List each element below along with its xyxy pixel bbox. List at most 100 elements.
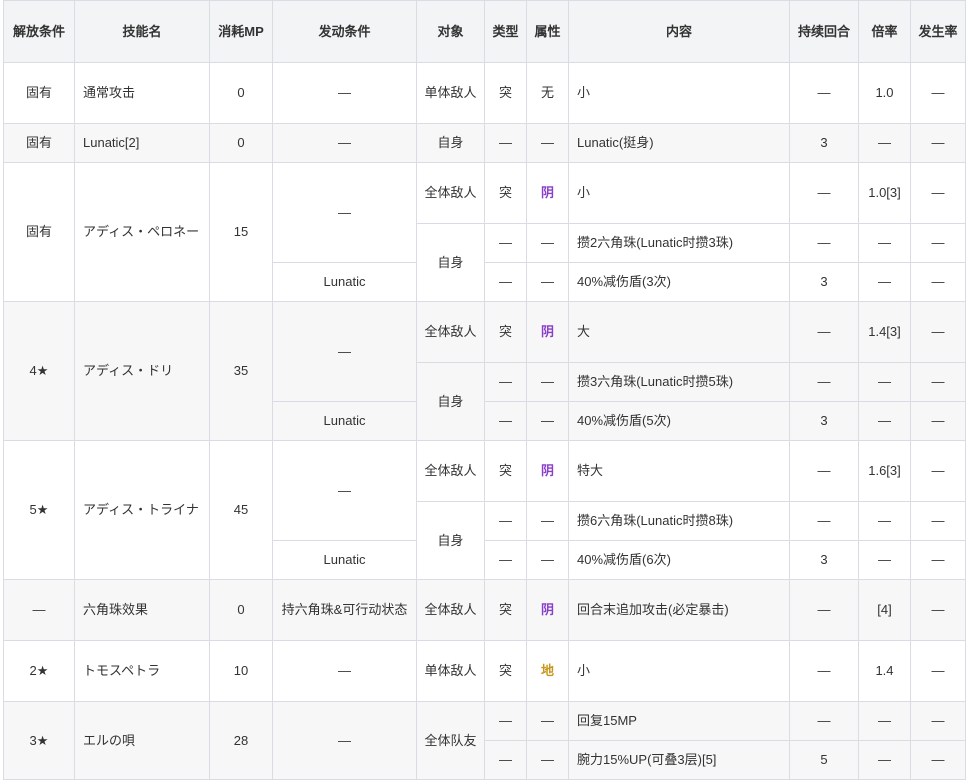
cell-occurrence: — — [910, 123, 966, 163]
cell-mp: 15 — [209, 162, 273, 302]
cell-type: — — [484, 501, 527, 541]
cell-skill-name: アディス・ドリ — [74, 301, 210, 441]
table-row: — 六角珠效果 0 持六角珠&可行动状态 全体敌人 突 阴 回合末追加攻击(必定… — [3, 579, 966, 641]
cell-mp: 45 — [209, 440, 273, 580]
cell-condition: — — [272, 62, 417, 124]
cell-duration: — — [789, 162, 859, 224]
cell-condition: — — [272, 440, 417, 541]
cell-skill-name: 通常攻击 — [74, 62, 210, 124]
cell-multiplier: — — [858, 123, 911, 163]
cell-condition: — — [272, 701, 417, 780]
table-row: 2★ トモスペトラ 10 — 单体敌人 突 地 小 — 1.4 — — [3, 640, 966, 702]
col-header-duration[interactable]: 持续回合 — [789, 0, 859, 63]
cell-type: — — [484, 362, 527, 402]
cell-condition: Lunatic — [272, 540, 417, 580]
col-header-type[interactable]: 类型 — [484, 0, 527, 63]
cell-mp: 0 — [209, 579, 273, 641]
cell-multiplier: — — [858, 540, 911, 580]
cell-multiplier: 1.0 — [858, 62, 911, 124]
cell-type: — — [484, 540, 527, 580]
cell-occurrence: — — [910, 62, 966, 124]
cell-duration: — — [789, 62, 859, 124]
cell-skill-name: トモスペトラ — [74, 640, 210, 702]
cell-type: — — [484, 401, 527, 441]
col-header-unlock[interactable]: 解放条件 — [3, 0, 75, 63]
cell-attribute: — — [526, 362, 569, 402]
cell-attribute: — — [526, 401, 569, 441]
col-header-content[interactable]: 内容 — [568, 0, 790, 63]
cell-content: 特大 — [568, 440, 790, 502]
col-header-attribute[interactable]: 属性 — [526, 0, 569, 63]
cell-attribute: — — [526, 223, 569, 263]
table-row: 固有 Lunatic[2] 0 — 自身 — — Lunatic(挺身) 3 —… — [3, 123, 966, 163]
cell-content: 回合末追加攻击(必定暴击) — [568, 579, 790, 641]
cell-mp: 35 — [209, 301, 273, 441]
cell-content: 攒6六角珠(Lunatic时攒8珠) — [568, 501, 790, 541]
cell-occurrence: — — [910, 362, 966, 402]
cell-occurrence: — — [910, 262, 966, 302]
col-header-condition[interactable]: 发动条件 — [272, 0, 417, 63]
cell-multiplier: — — [858, 262, 911, 302]
cell-content: 小 — [568, 162, 790, 224]
cell-unlock: 固有 — [3, 162, 75, 302]
cell-target: 全体敌人 — [416, 440, 485, 502]
col-header-mp[interactable]: 消耗MP — [209, 0, 273, 63]
cell-unlock: — — [3, 579, 75, 641]
cell-multiplier: 1.4 — [858, 640, 911, 702]
cell-duration: 3 — [789, 123, 859, 163]
cell-occurrence: — — [910, 223, 966, 263]
cell-multiplier: — — [858, 501, 911, 541]
cell-type: — — [484, 262, 527, 302]
cell-occurrence: — — [910, 440, 966, 502]
cell-type: 突 — [484, 162, 527, 224]
cell-condition: 持六角珠&可行动状态 — [272, 579, 417, 641]
cell-duration: 3 — [789, 540, 859, 580]
cell-occurrence: — — [910, 579, 966, 641]
cell-type: 突 — [484, 640, 527, 702]
cell-attribute: 阴 — [526, 301, 569, 363]
header-row: 解放条件 技能名 消耗MP 发动条件 对象 类型 属性 内容 持续回合 倍率 发… — [3, 0, 966, 63]
cell-duration: — — [789, 701, 859, 741]
cell-target: 全体敌人 — [416, 579, 485, 641]
cell-attribute: 阴 — [526, 579, 569, 641]
cell-unlock: 固有 — [3, 62, 75, 124]
cell-occurrence: — — [910, 540, 966, 580]
cell-multiplier: — — [858, 223, 911, 263]
cell-mp: 28 — [209, 701, 273, 780]
table-row: 固有 アディス・ペロネー 15 — 全体敌人 突 阴 小 — 1.0[3] — — [3, 162, 966, 302]
cell-unlock: 固有 — [3, 123, 75, 163]
cell-unlock: 5★ — [3, 440, 75, 580]
col-header-multiplier[interactable]: 倍率 — [858, 0, 911, 63]
cell-duration: — — [789, 640, 859, 702]
skill-table: 解放条件 技能名 消耗MP 发动条件 对象 类型 属性 内容 持续回合 倍率 发… — [3, 0, 966, 780]
cell-type: — — [484, 701, 527, 741]
cell-condition: — — [272, 123, 417, 163]
table-row: 5★ アディス・トライナ 45 — 全体敌人 突 阴 特大 — 1.6[3] — — [3, 440, 966, 580]
cell-mp: 0 — [209, 123, 273, 163]
cell-occurrence: — — [910, 301, 966, 363]
cell-multiplier: [4] — [858, 579, 911, 641]
table-row: 3★ エルの唄 28 — 全体队友 — — 回复15MP — — — — [3, 701, 966, 780]
cell-type: — — [484, 223, 527, 263]
cell-target: 单体敌人 — [416, 62, 485, 124]
cell-duration: 3 — [789, 401, 859, 441]
cell-content: 攒2六角珠(Lunatic时攒3珠) — [568, 223, 790, 263]
col-header-target[interactable]: 对象 — [416, 0, 485, 63]
cell-condition: Lunatic — [272, 262, 417, 302]
cell-skill-name: アディス・トライナ — [74, 440, 210, 580]
col-header-occurrence[interactable]: 发生率 — [910, 0, 966, 63]
cell-occurrence: — — [910, 501, 966, 541]
cell-multiplier: — — [858, 701, 911, 741]
cell-content: Lunatic(挺身) — [568, 123, 790, 163]
cell-duration: — — [789, 440, 859, 502]
cell-content: 大 — [568, 301, 790, 363]
cell-target: 自身 — [416, 501, 485, 580]
cell-unlock: 4★ — [3, 301, 75, 441]
cell-duration: 5 — [789, 740, 859, 780]
col-header-skill-name[interactable]: 技能名 — [74, 0, 210, 63]
cell-type: 突 — [484, 301, 527, 363]
cell-content: 小 — [568, 640, 790, 702]
cell-content: 腕力15%UP(可叠3层)[5] — [568, 740, 790, 780]
cell-type: 突 — [484, 62, 527, 124]
cell-content: 40%减伤盾(6次) — [568, 540, 790, 580]
